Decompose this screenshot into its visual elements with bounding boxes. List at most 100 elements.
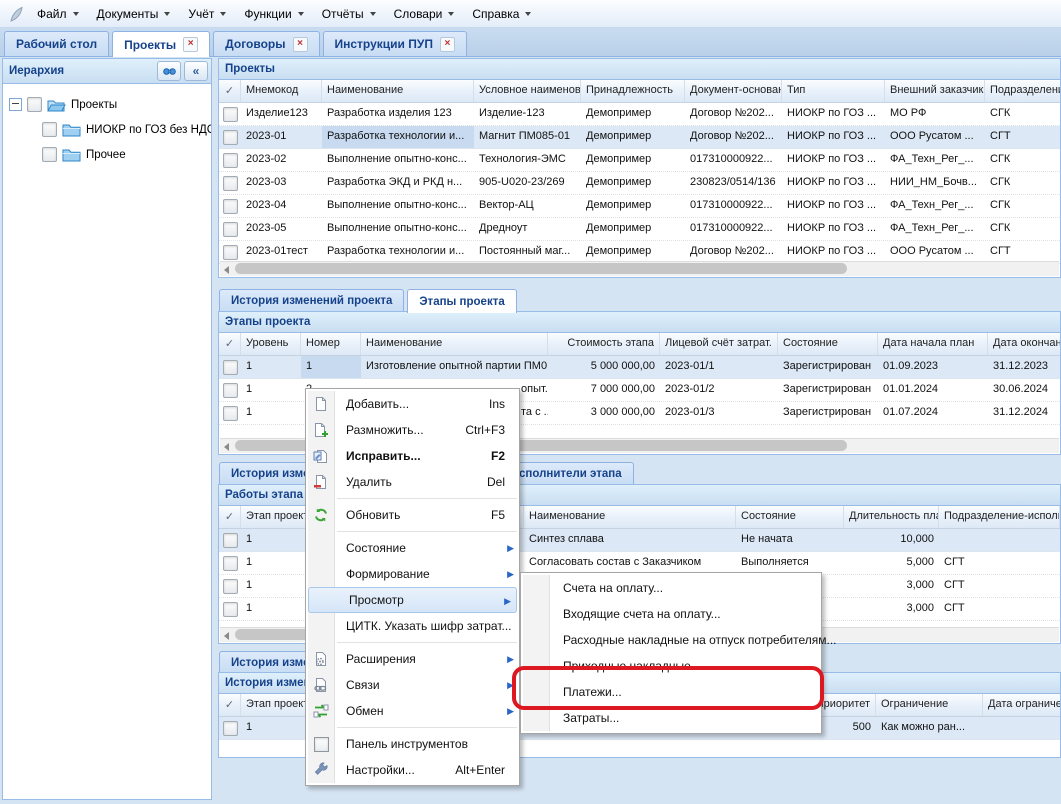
doc-minus-icon [308, 474, 334, 490]
table-row[interactable]: 2023-01Разработка технологии и...Магнит … [219, 126, 1060, 149]
menu-item-shortcut: F5 [491, 508, 519, 522]
menubar-item[interactable]: Словари [385, 4, 464, 24]
column-header[interactable]: Лицевой счёт затрат. [660, 333, 778, 355]
table-row[interactable]: 2023-05Выполнение опытно-конс...Дредноут… [219, 218, 1060, 241]
tab[interactable]: История изменений проекта [219, 289, 404, 312]
tab[interactable]: Инструкции ПУП× [323, 31, 467, 56]
column-header[interactable]: Уровень [241, 333, 301, 355]
menu-item[interactable]: Счета на оплату... [521, 575, 821, 601]
table-row[interactable]: 2023-04Выполнение опытно-конс...Вектор-А… [219, 195, 1060, 218]
tab[interactable]: Этапы проекта [407, 289, 516, 313]
row-checkbox[interactable] [223, 153, 238, 168]
tab[interactable]: Проекты × [112, 31, 210, 57]
column-header[interactable]: Состояние [778, 333, 878, 355]
menu-item[interactable]: Расходные накладные на отпуск потребител… [521, 627, 821, 653]
menu-item[interactable]: Состояние▶ [306, 535, 519, 561]
row-checkbox[interactable] [223, 533, 238, 548]
menu-item[interactable]: Панель инструментов [306, 731, 519, 757]
select-all-header[interactable]: ✓ [219, 694, 241, 716]
table-row[interactable]: Изделие123Разработка изделия 123Изделие-… [219, 103, 1060, 126]
column-header[interactable]: Подразделение-исполнитель [939, 506, 1060, 528]
tree-checkbox[interactable] [42, 122, 57, 137]
table-row[interactable]: 11Изготовление опытной партии ПМ0...5 00… [219, 356, 1060, 379]
scroll-left-icon[interactable] [224, 632, 229, 640]
column-header[interactable]: Ограничение [876, 694, 983, 716]
menu-item[interactable]: ОбновитьF5 [306, 502, 519, 528]
menubar-item[interactable]: Документы [88, 4, 180, 24]
column-header[interactable]: Состояние [736, 506, 844, 528]
scroll-left-icon[interactable] [224, 443, 229, 451]
tab[interactable]: Договоры× [213, 31, 319, 56]
select-all-header[interactable]: ✓ [219, 80, 241, 102]
tab-close-icon[interactable]: × [293, 37, 308, 52]
column-header[interactable]: Тип [782, 80, 885, 102]
row-checkbox[interactable] [223, 130, 238, 145]
collapse-expander-icon[interactable] [9, 98, 22, 111]
select-all-header[interactable]: ✓ [219, 506, 241, 528]
tab-close-icon[interactable]: × [183, 37, 198, 52]
tab-close-icon[interactable]: × [440, 37, 455, 52]
column-header[interactable]: Подразделение [985, 80, 1061, 102]
row-checkbox[interactable] [223, 199, 238, 214]
tree-checkbox[interactable] [42, 147, 57, 162]
column-header[interactable]: Стоимость этапа [548, 333, 660, 355]
select-all-header[interactable]: ✓ [219, 333, 241, 355]
menu-item[interactable]: Настройки...Alt+Enter [306, 757, 519, 783]
scrollbar-thumb[interactable] [235, 263, 847, 274]
menu-item-label: Расходные накладные на отпуск потребител… [549, 633, 837, 647]
column-header[interactable]: Условное наименование [474, 80, 581, 102]
collapse-left-icon[interactable]: « [184, 61, 208, 81]
menu-item-shortcut: Alt+Enter [455, 763, 519, 777]
menu-item[interactable]: Обмен▶ [306, 698, 519, 724]
menu-item[interactable]: Связи▶ [306, 672, 519, 698]
row-checkbox[interactable] [223, 176, 238, 191]
row-checkbox[interactable] [223, 107, 238, 122]
column-header[interactable]: Длительность план▼ [844, 506, 939, 528]
column-header[interactable]: Наименование [322, 80, 474, 102]
row-checkbox[interactable] [223, 222, 238, 237]
row-checkbox[interactable] [223, 245, 238, 260]
column-header[interactable]: Принадлежность [581, 80, 685, 102]
row-checkbox[interactable] [223, 406, 238, 421]
menubar-item[interactable]: Отчёты [313, 4, 385, 24]
row-checkbox[interactable] [223, 721, 238, 736]
horizontal-scrollbar[interactable] [220, 261, 1059, 276]
column-header[interactable]: Мнемокод [241, 80, 322, 102]
row-checkbox[interactable] [223, 383, 238, 398]
row-checkbox[interactable] [223, 360, 238, 375]
menu-item[interactable]: ЦИТК. Указать шифр затрат... [306, 613, 519, 639]
table-row[interactable]: 2023-02Выполнение опытно-конс...Технолог… [219, 149, 1060, 172]
column-header[interactable]: Номер [301, 333, 361, 355]
column-header[interactable]: Документ-основание [685, 80, 782, 102]
tab-label: Проекты [124, 38, 176, 52]
column-header[interactable]: Наименование [524, 506, 736, 528]
row-checkbox[interactable] [223, 579, 238, 594]
tree-checkbox[interactable] [27, 97, 42, 112]
menubar-item[interactable]: Учёт [179, 4, 235, 24]
menu-item[interactable]: УдалитьDel [306, 469, 519, 495]
menubar-item[interactable]: Справка [463, 4, 540, 24]
tree-item[interactable]: Проекты [3, 92, 211, 117]
column-header[interactable]: Дата начала план [878, 333, 988, 355]
column-header[interactable]: Дата ограничения [983, 694, 1061, 716]
menu-item[interactable]: Расширения▶ [306, 646, 519, 672]
table-row[interactable]: 2023-03Разработка ЭКД и РКД н...905-U020… [219, 172, 1060, 195]
column-header[interactable]: Наименование [361, 333, 548, 355]
row-checkbox[interactable] [223, 602, 238, 617]
menu-item[interactable]: Формирование▶ [306, 561, 519, 587]
menu-item[interactable]: Входящие счета на оплату... [521, 601, 821, 627]
menu-item[interactable]: Размножить...Ctrl+F3 [306, 417, 519, 443]
menubar-item[interactable]: Функции [235, 4, 312, 24]
binoculars-icon[interactable] [157, 61, 181, 81]
menu-item[interactable]: Исправить...F2 [306, 443, 519, 469]
menubar-item[interactable]: Файл [28, 4, 88, 24]
menu-item[interactable]: Добавить...Ins [306, 391, 519, 417]
column-header[interactable]: Дата окончания [988, 333, 1061, 355]
tree-item[interactable]: Прочее [3, 142, 211, 167]
tree-item[interactable]: НИОКР по ГОЗ без НДС [3, 117, 211, 142]
row-checkbox[interactable] [223, 556, 238, 571]
scroll-left-icon[interactable] [224, 266, 229, 274]
tab[interactable]: Рабочий стол [4, 31, 109, 56]
menu-item[interactable]: Просмотр▶ [308, 587, 517, 613]
column-header[interactable]: Внешний заказчик [885, 80, 985, 102]
